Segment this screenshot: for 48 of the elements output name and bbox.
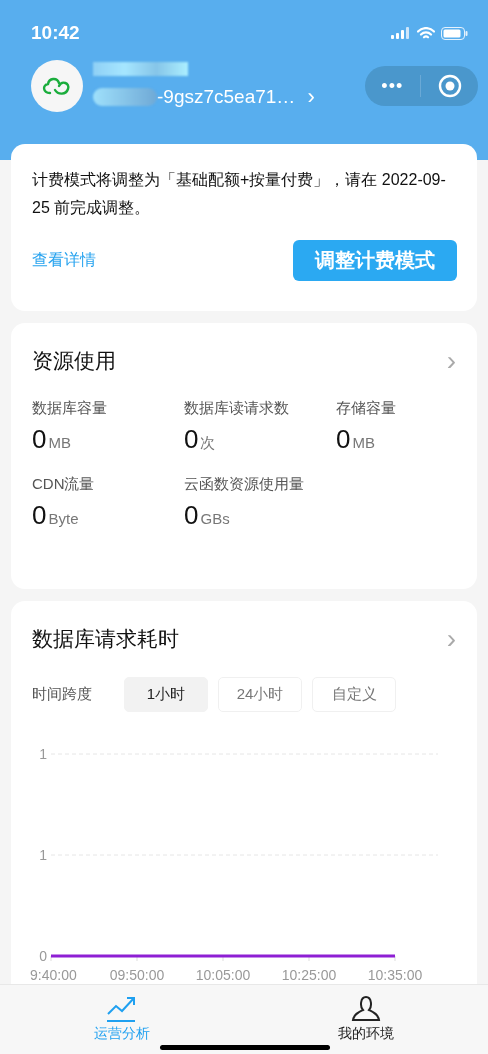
metric-label: 数据库读请求数 <box>184 399 290 418</box>
metric-label: CDN流量 <box>32 475 96 494</box>
metric-unit: GBs <box>200 510 230 527</box>
metric-unit: Byte <box>48 510 79 527</box>
tab-item[interactable]: 我的环境 <box>306 985 426 1054</box>
tab-item[interactable]: 运营分析 <box>62 985 182 1054</box>
metric-label: 数据库容量 <box>32 399 108 418</box>
signal-icon <box>391 27 411 39</box>
metric-value: 0 <box>184 500 199 531</box>
chevron-icon[interactable]: › <box>446 345 456 377</box>
metric-value: 0 <box>184 424 199 455</box>
redacted-text <box>93 88 157 106</box>
section-title: 数据库请求耗时 <box>32 626 179 652</box>
metric-value: 0 <box>32 424 47 455</box>
metric-label: 存储容量 <box>336 399 397 418</box>
x-tick-label: 09:50:00 <box>109 967 165 983</box>
metric-value: 0 <box>336 424 351 455</box>
metric-unit: 次 <box>200 434 216 453</box>
x-tick-label: 10:05:00 <box>195 967 251 983</box>
x-tick-label: 9:40:00 <box>30 967 77 983</box>
chevron-icon[interactable]: › <box>446 623 456 655</box>
span-label: 时间跨度 <box>32 685 93 704</box>
battery-icon <box>441 26 468 40</box>
metric-unit: MB <box>48 434 71 451</box>
more-button[interactable]: ••• <box>381 75 404 97</box>
adjust-billing-button[interactable]: 调整计费模式 <box>293 240 457 281</box>
cloud-logo <box>31 60 83 112</box>
details-link[interactable]: 查看详情 <box>32 250 96 271</box>
time-span-button[interactable]: 自定义 <box>312 677 396 712</box>
status-time: 10:42 <box>31 22 80 44</box>
y-tick-label: 1 <box>39 847 47 863</box>
metric-unit: MB <box>352 434 375 451</box>
y-tick-label: 1 <box>39 746 47 762</box>
y-tick-label: 0 <box>39 948 47 964</box>
wifi-icon <box>417 26 435 40</box>
chevron-icon[interactable]: › <box>307 84 315 110</box>
environment-id[interactable]: -9gsz7c5ea71… <box>157 86 296 108</box>
x-tick-label: 10:25:00 <box>281 967 337 983</box>
close-target-icon[interactable] <box>437 74 462 98</box>
metric-value: 0 <box>32 500 47 531</box>
time-span-button[interactable]: 24小时 <box>218 677 302 712</box>
time-span-button[interactable]: 1小时 <box>124 677 208 712</box>
person-icon <box>351 995 381 1023</box>
section-title: 资源使用 <box>32 348 116 374</box>
metric-label: 云函数资源使用量 <box>184 475 305 494</box>
trend-icon <box>107 995 137 1023</box>
x-tick-label: 10:35:00 <box>367 967 423 983</box>
notice-text: 计费模式将调整为「基础配额+按量付费」，请在 2022-09-25 前完成调整。 <box>32 170 447 218</box>
